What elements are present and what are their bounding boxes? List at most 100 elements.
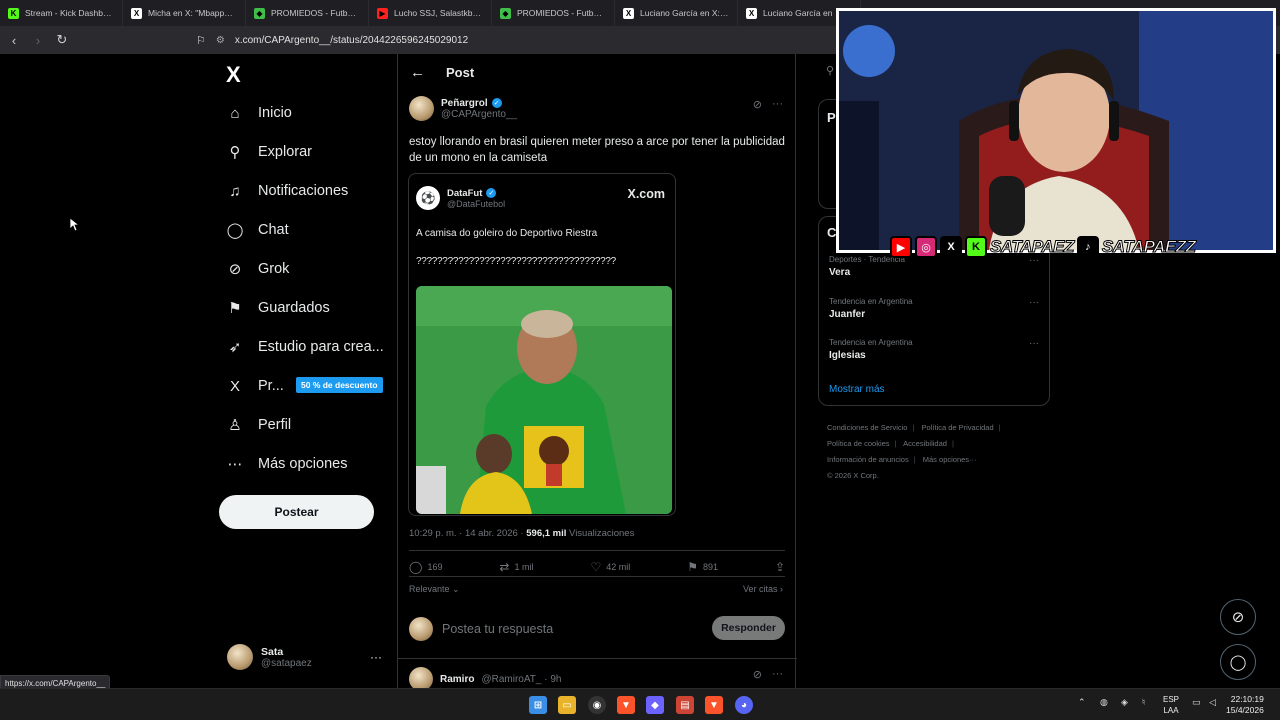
trend-item[interactable]: Tendencia en Argentina Juanfer ··· [829, 297, 1039, 320]
x-logo-icon[interactable]: X [226, 62, 241, 88]
nav-item-más-opciones[interactable]: ⋯ Más opciones [226, 452, 348, 476]
reply-action[interactable]: ◯ 169 [409, 560, 442, 574]
trend-title: Iglesias [829, 350, 866, 361]
like-action[interactable]: ♡ 42 mil [590, 560, 630, 574]
premium-discount-badge[interactable]: 50 % de descuento [296, 377, 383, 393]
network-icon[interactable]: ▭ [1192, 697, 1201, 708]
reload-icon[interactable]: ↻ [52, 30, 72, 50]
author-name[interactable]: Peñargrol [441, 98, 488, 109]
bookmark-icon: ⚑ [687, 560, 698, 574]
brave-icon-2[interactable]: ▼ [705, 696, 723, 714]
browser-tab[interactable]: K Stream - Kick Dashboard [0, 0, 123, 26]
tray-app-icon-2[interactable]: ◈ [1121, 697, 1128, 708]
chevron-right-icon: › [777, 584, 783, 594]
back-arrow-icon[interactable]: ‹ [4, 30, 24, 50]
volume-icon[interactable]: ◁ [1209, 697, 1216, 708]
trend-item[interactable]: Tendencia en Argentina Iglesias ··· [829, 338, 1039, 361]
bookmark-star-icon[interactable]: ⚐ [196, 34, 206, 47]
nav-item-explorar[interactable]: ⚲ Explorar [226, 140, 313, 164]
trend-more-icon[interactable]: ··· [1029, 297, 1039, 308]
post-author[interactable]: Peñargrol ✓ @CAPArgento__ [409, 96, 517, 121]
footer-ads-link[interactable]: Información de anuncios [827, 455, 909, 464]
nav-item-perfil[interactable]: ♙ Perfil [226, 413, 291, 437]
footer-links: Condiciones de Servicio | Política de Pri… [827, 423, 1001, 480]
author-handle[interactable]: @CAPArgento__ [441, 109, 517, 120]
nav-item-inicio[interactable]: ⌂ Inicio [226, 101, 291, 125]
nav-item-label: Notificaciones [258, 183, 349, 199]
avatar[interactable] [409, 96, 434, 121]
messages-float-button[interactable]: ◯ [1220, 644, 1256, 680]
tray-app-icon[interactable]: ◍ [1100, 697, 1108, 708]
file-explorer-icon[interactable]: ▭ [558, 696, 576, 714]
system-clock[interactable]: 22:10:19 15/4/2026 [1226, 694, 1264, 716]
browser-tab[interactable]: ▶ Lucho SSJ, Salastkbron - [369, 0, 492, 26]
bookmark-action[interactable]: ⚑ 891 [687, 560, 718, 574]
nav-item-notificaciones[interactable]: ♫ Notificaciones [226, 179, 348, 203]
nav-item-label: Chat [258, 222, 289, 238]
footer-terms-link[interactable]: Condiciones de Servicio [827, 423, 907, 432]
premium-x-icon: X [229, 377, 240, 395]
search-icon[interactable]: ⚲ [826, 64, 834, 77]
chat-icon: ◯ [1229, 654, 1247, 671]
tray-chevron-icon[interactable]: ⌃ [1078, 697, 1086, 708]
show-more-link[interactable]: Mostrar más [829, 384, 885, 395]
x-icon: X [940, 236, 962, 258]
reply-author-name[interactable]: Ramiro [440, 674, 474, 685]
more-icon[interactable]: ··· [772, 98, 783, 111]
back-icon[interactable]: ← [410, 64, 425, 81]
browser-tab[interactable]: X Luciano García en X: "Se x [615, 0, 738, 26]
nav-item-chat[interactable]: ◯ Chat [226, 218, 289, 242]
trend-item[interactable]: Deportes · Tendencia Vera ··· [829, 255, 1039, 278]
nav-item-label: Guardados [258, 300, 330, 316]
address-bar[interactable]: ⚐ ⚙ x.com/CAPArgento__/status/2044226596… [196, 30, 836, 50]
brave-icon[interactable]: ▼ [617, 696, 635, 714]
quoted-name: DataFut [447, 187, 483, 199]
see-quotes-link[interactable]: Ver citas › [743, 584, 783, 594]
forward-arrow-icon[interactable]: › [28, 30, 48, 50]
language-indicator[interactable]: ESP LAA [1163, 694, 1179, 716]
microphone-icon[interactable]: ♮ [1142, 697, 1145, 708]
post-tools: ⊘ ··· [753, 98, 783, 111]
discord-icon[interactable]: ◕ [735, 696, 753, 714]
post-time[interactable]: 10:29 p. m. · 14 abr. 2026 · [409, 528, 524, 539]
browser-tab[interactable]: ◆ PROMIEDOS - Futbol Arg [246, 0, 369, 26]
grok-icon[interactable]: ⊘ [753, 668, 762, 681]
quoted-media-image[interactable] [416, 286, 672, 514]
account-more-icon[interactable]: ··· [370, 650, 382, 664]
app-icon-2[interactable]: ▤ [676, 696, 694, 714]
sort-dropdown[interactable]: Relevante ⌄ [409, 584, 460, 595]
reply-button[interactable]: Responder [712, 616, 785, 640]
footer-more-link[interactable]: Más opciones··· [923, 455, 977, 464]
views-count: 596,1 mil [526, 528, 567, 539]
reply-author-handle[interactable]: @RamiroAT_ · 9h [481, 674, 561, 685]
post-button[interactable]: Postear [219, 495, 374, 529]
nav-item-grok[interactable]: ⊘ Grok [226, 257, 290, 281]
nav-item-pr[interactable]: X Pr... [226, 374, 284, 398]
footer-accessibility-link[interactable]: Accesibilidad [903, 439, 947, 448]
chrome-icon[interactable]: ◉ [588, 696, 606, 714]
footer-privacy-link[interactable]: Política de Privacidad [922, 423, 994, 432]
nav-item-estudio-para-crea[interactable]: ➶ Estudio para crea... [226, 335, 384, 359]
nav-item-guardados[interactable]: ⚑ Guardados [226, 296, 330, 320]
trend-more-icon[interactable]: ··· [1029, 338, 1039, 349]
reply-input[interactable]: Postea tu respuesta [442, 622, 553, 636]
share-action[interactable]: ⇪ [775, 560, 785, 574]
quoted-post[interactable]: ⚽ DataFut ✓ @DataFutebol X.com A camisa d… [408, 173, 676, 516]
footer-cookies-link[interactable]: Política de cookies [827, 439, 890, 448]
grok-icon[interactable]: ⊘ [753, 98, 762, 111]
profile-icon: ♙ [228, 417, 242, 434]
account-switcher[interactable]: Sata @satapaez ··· [227, 644, 382, 670]
site-info-icon[interactable]: ⚙ [216, 35, 225, 46]
repost-count: 1 mil [514, 562, 534, 572]
windows-start-icon[interactable]: ⊞ [529, 696, 547, 714]
windows-taskbar: ⊞ ▭ ◉ ▼ ◆ ▤ ▼ ◕ ⌃ ◍ ◈ ♮ ESP LAA ▭ ◁ 22:10… [0, 688, 1280, 720]
grok-float-button[interactable]: ⊘ [1220, 599, 1256, 635]
repost-action[interactable]: ⇄ 1 mil [499, 560, 533, 574]
clock-time: 22:10:19 [1230, 694, 1264, 704]
url-text[interactable]: x.com/CAPArgento__/status/20442265962450… [235, 35, 468, 46]
heart-icon: ♡ [590, 560, 602, 574]
browser-tab[interactable]: X Micha en X: "Mbappe co [123, 0, 246, 26]
browser-tab[interactable]: ◆ PROMIEDOS - Futbol Arg [492, 0, 615, 26]
more-icon[interactable]: ··· [772, 668, 783, 681]
app-icon[interactable]: ◆ [646, 696, 664, 714]
